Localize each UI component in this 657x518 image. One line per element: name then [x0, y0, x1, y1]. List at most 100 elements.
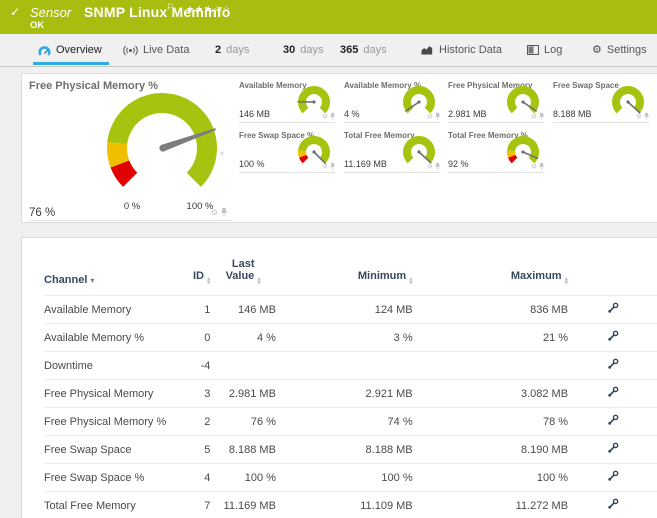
tab-live-data[interactable]: Live Data: [123, 40, 189, 66]
pin-icon[interactable]: [330, 162, 335, 170]
pin-icon[interactable]: [435, 112, 440, 120]
channel-minimum: 8.188 MB: [275, 435, 413, 464]
pin-icon[interactable]: [330, 112, 335, 120]
channel-last-value: 4 %: [210, 323, 276, 352]
channel-minimum: [275, 351, 413, 380]
channel-name: Free Swap Space: [44, 435, 173, 464]
tab-365-days[interactable]: 365 days: [340, 40, 387, 66]
column-label: Value: [225, 270, 255, 282]
channel-maximum: [412, 351, 569, 380]
mini-gauge-free-swap-space-pct: Free Swap Space % 100 % ⚙: [239, 130, 335, 173]
tab-30-days[interactable]: 30 days: [283, 40, 324, 66]
gauge-settings-icon[interactable]: ⚙: [322, 163, 328, 169]
gauge-scale-min: 0 %: [123, 201, 141, 212]
pin-icon[interactable]: [221, 208, 227, 217]
channel-minimum: 11.109 MB: [275, 491, 413, 518]
channel-last-value: [210, 351, 276, 380]
gauge-settings-icon[interactable]: ⚙: [322, 113, 328, 119]
column-header-id[interactable]: ID ▲ ▼: [173, 252, 211, 296]
channel-maximum: 21 %: [412, 323, 569, 352]
edit-channel-button[interactable]: [606, 441, 620, 458]
tab-label: Settings: [606, 44, 647, 56]
channel-last-value: 2.981 MB: [210, 379, 276, 408]
gauge-tools: ⚙: [427, 113, 440, 120]
mini-gauge-value: 100 %: [239, 159, 265, 169]
mini-gauge-total-free-memory: Total Free Memory 11.169 MB ⚙: [344, 130, 440, 173]
channel-minimum: 2.921 MB: [275, 379, 413, 408]
pin-icon[interactable]: [435, 162, 440, 170]
gauge-settings-icon[interactable]: ⚙: [636, 113, 642, 119]
status-check-icon: ✓: [10, 5, 21, 19]
channel-id: 0: [172, 323, 211, 352]
gauge-settings-icon[interactable]: ⚙: [531, 163, 537, 169]
channel-id: 5: [172, 435, 211, 464]
channel-actions: [568, 407, 657, 436]
channel-maximum: 78 %: [412, 407, 569, 436]
column-header-channel[interactable]: Channel ▾: [44, 252, 173, 296]
tab-settings[interactable]: ⚙ Settings: [592, 40, 647, 66]
sort-icon: ▲ ▼: [564, 277, 569, 286]
channel-actions: [568, 379, 657, 408]
mini-gauge-value: 2.981 MB: [448, 109, 487, 119]
mini-gauge-title: Free Swap Space: [553, 81, 619, 90]
mini-gauge-available-memory-pct: Available Memory % 4 % ⚙: [344, 80, 440, 123]
channel-name: Free Physical Memory %: [44, 407, 173, 436]
tab-label-number: 2: [215, 44, 222, 56]
pin-icon[interactable]: [644, 112, 649, 120]
tab-overview[interactable]: Overview: [33, 40, 109, 66]
edit-channel-button[interactable]: [606, 497, 620, 514]
tab-label: Live Data: [143, 44, 190, 56]
channel-last-value: 146 MB: [210, 295, 276, 324]
edit-channel-button[interactable]: [606, 413, 620, 430]
edit-channel-button[interactable]: [606, 357, 620, 374]
pin-icon[interactable]: [539, 162, 544, 170]
gauges-panel: Free Physical Memory % ✕ 0 % 100 % 76 % …: [21, 73, 657, 223]
column-label: Channel: [44, 274, 88, 286]
column-label: Minimum: [357, 270, 407, 282]
channel-last-value: 8.188 MB: [210, 435, 276, 464]
edit-channel-button[interactable]: [606, 301, 620, 318]
channel-id: 1: [172, 295, 211, 324]
channel-name: Available Memory %: [44, 323, 173, 352]
edit-channel-button[interactable]: [606, 329, 620, 346]
star-rating[interactable]: ★★★☆☆: [186, 5, 231, 15]
column-header-last-value[interactable]: Last Value ▲ ▼: [210, 252, 276, 296]
channel-name: Free Physical Memory: [44, 379, 173, 408]
tab-log[interactable]: Log: [527, 40, 562, 66]
mini-gauge-value: 4 %: [344, 109, 360, 119]
column-header-minimum[interactable]: Minimum ▲ ▼: [276, 252, 413, 296]
mini-gauge-value: 11.169 MB: [344, 159, 387, 169]
channel-name: Total Free Memory: [44, 491, 173, 518]
gauge-settings-icon[interactable]: ⚙: [427, 163, 433, 169]
gauge-dial: [107, 93, 217, 187]
edit-channel-button[interactable]: [606, 385, 620, 402]
pin-icon[interactable]: [539, 112, 544, 120]
object-kind-label: Sensor: [30, 5, 72, 20]
sort-icon: ▲ ▼: [257, 277, 261, 286]
prtg-sensor-page: ✓ Sensor SNMP Linux Meminfo ⚐ ★★★☆☆ OK O…: [0, 0, 657, 518]
gauge-settings-icon[interactable]: ⚙: [211, 208, 218, 217]
mini-gauge-total-free-memory-pct: Total Free Memory % 92 % ⚙: [448, 130, 544, 173]
wrench-icon: [607, 470, 618, 481]
channel-table-panel: Channel ▾ ID ▲ ▼ Last Value ▲ ▼ Minimum ▲ ▼: [21, 237, 657, 518]
sort-desc-icon: ▾: [90, 276, 95, 285]
gauge-tools: ⚙: [322, 113, 335, 120]
mini-gauge-value: 8.188 MB: [553, 109, 592, 119]
channel-row: Free Swap Space % 4 100 % 100 % 100 %: [44, 463, 657, 492]
channel-id: 4: [172, 463, 211, 492]
gauge-settings-icon[interactable]: ⚙: [427, 113, 433, 119]
sort-icon: ▲ ▼: [206, 277, 211, 286]
sensor-status-bar: ✓ Sensor SNMP Linux Meminfo ⚐ ★★★☆☆ OK: [0, 0, 657, 34]
tab-2-days[interactable]: 2 days: [215, 40, 249, 66]
channel-maximum: 100 %: [412, 463, 569, 492]
gauge-value: 76 %: [29, 207, 56, 219]
tab-historic-data[interactable]: Historic Data: [421, 40, 502, 66]
column-header-maximum[interactable]: Maximum ▲ ▼: [413, 252, 568, 296]
wrench-icon: [607, 358, 618, 369]
channel-maximum: 11.272 MB: [412, 491, 569, 518]
edit-channel-button[interactable]: [606, 469, 620, 486]
channel-actions: [568, 323, 657, 352]
sort-icon: ▲ ▼: [409, 277, 413, 286]
flag-icon[interactable]: ⚐: [166, 3, 174, 13]
gauge-settings-icon[interactable]: ⚙: [531, 113, 537, 119]
